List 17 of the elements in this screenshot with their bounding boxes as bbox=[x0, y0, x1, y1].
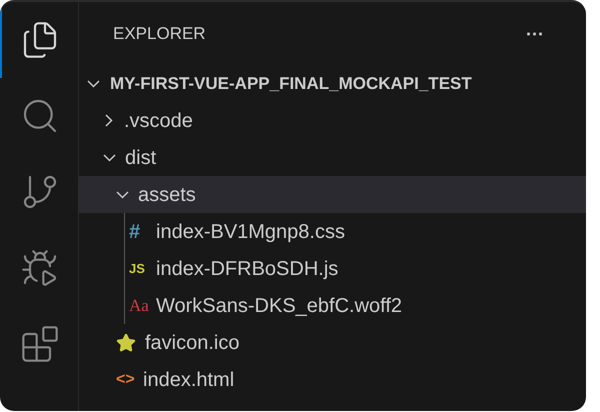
star-icon bbox=[116, 332, 136, 352]
file-row[interactable]: # index-BV1Mgnp8.css bbox=[79, 213, 586, 250]
blocks-icon bbox=[20, 324, 60, 364]
more-button[interactable]: ··· bbox=[526, 20, 544, 48]
panel-title: EXPLORER bbox=[113, 23, 206, 46]
file-row[interactable]: Aa WorkSans-DKS_ebfC.woff2 bbox=[79, 287, 586, 324]
folder-row[interactable]: assets bbox=[79, 176, 586, 213]
font-file-icon: Aa bbox=[129, 297, 147, 314]
file-row[interactable]: <> index.html bbox=[79, 361, 586, 398]
file-row[interactable]: JS index-DFRBoSDH.js bbox=[79, 250, 586, 287]
js-file-icon: JS bbox=[129, 262, 147, 275]
folder-row[interactable]: .vscode bbox=[79, 102, 586, 139]
folder-row[interactable]: dist bbox=[79, 139, 586, 176]
html-file-icon: <> bbox=[116, 372, 134, 388]
file-row[interactable]: favicon.ico bbox=[79, 324, 586, 361]
root-folder-row[interactable]: MY-FIRST-VUE-APP_FINAL_MOCKAPI_TEST bbox=[79, 66, 586, 102]
css-file-icon: # bbox=[129, 222, 147, 242]
